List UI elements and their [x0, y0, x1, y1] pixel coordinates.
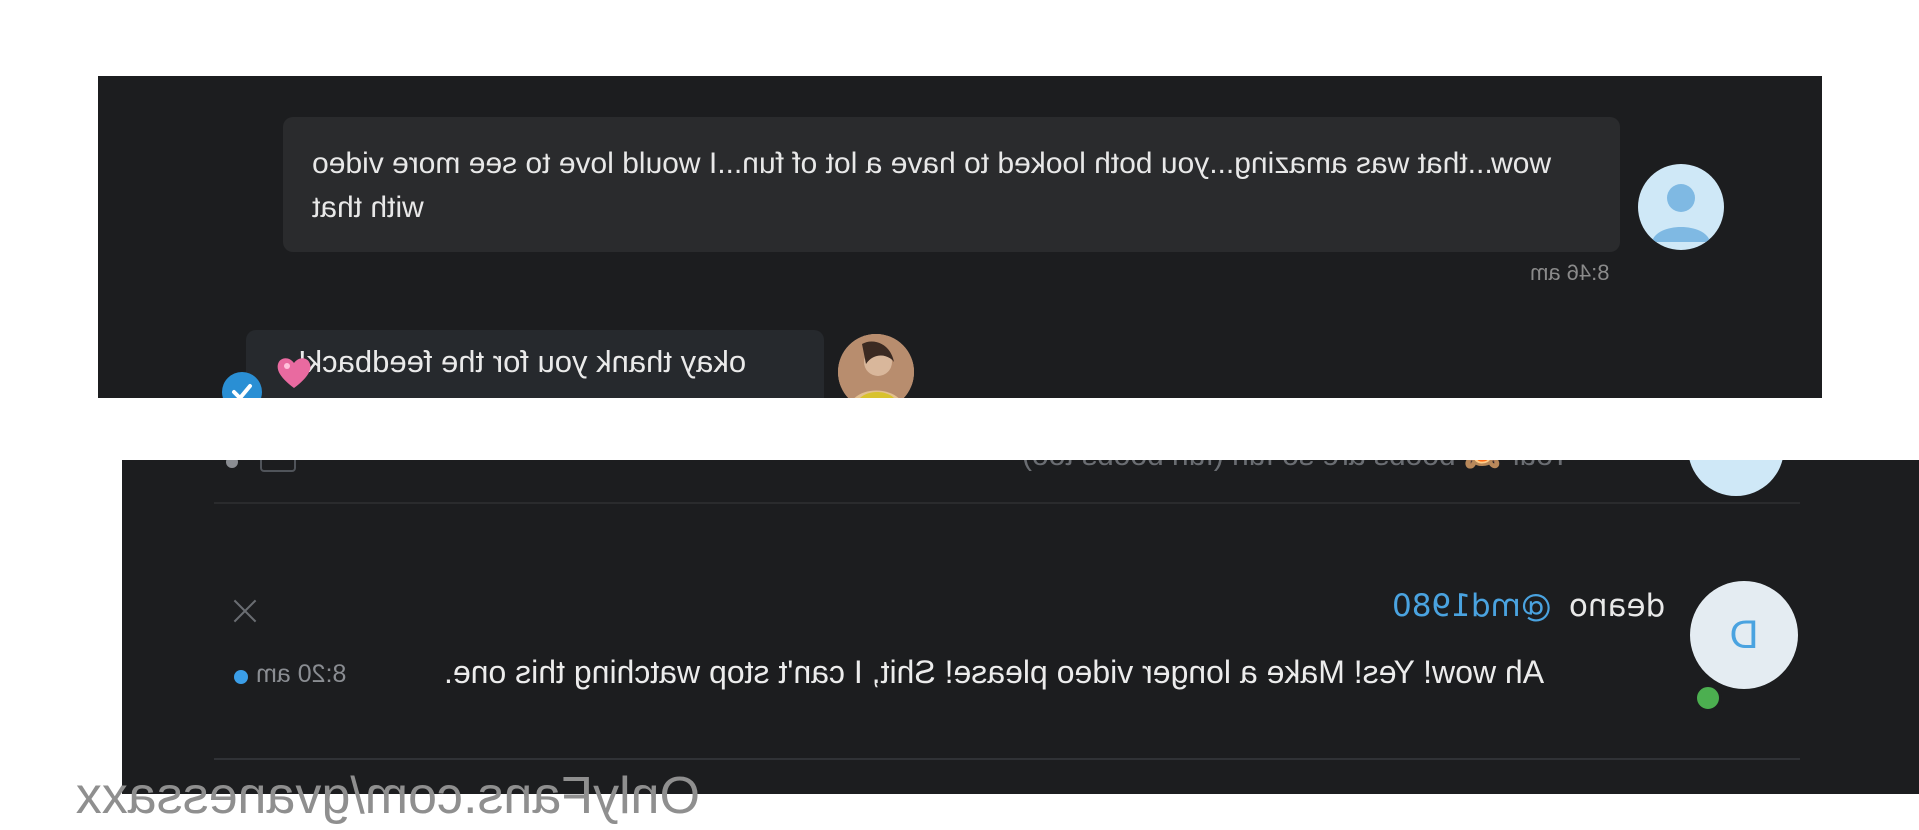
media-icon [260, 460, 296, 472]
user-placeholder-icon[interactable] [1638, 164, 1724, 250]
display-name[interactable]: deano [1569, 588, 1665, 624]
incoming-message-text: wow...that was amazing...you both looked… [312, 147, 1552, 224]
creator-avatar[interactable] [838, 334, 914, 398]
divider [214, 502, 1800, 504]
unread-dot-icon [234, 670, 248, 684]
divider [214, 758, 1800, 760]
user-handle[interactable]: @md1980 [1392, 588, 1552, 624]
incoming-message-time: 8:46 am [1530, 260, 1610, 285]
read-receipt-icon [222, 372, 262, 398]
reply-message-text: okay thank you for the feedback! [298, 344, 747, 379]
avatar-letter: D [1729, 613, 1759, 657]
watermark: OnlyFans.com/gvanessaxx [75, 767, 700, 825]
top-chat-panel: wow...that was amazing...you both looked… [98, 76, 1822, 398]
sender-name-row[interactable]: deano @md1980 [1392, 588, 1665, 624]
bottom-chat-panel: Your 🙈 boobs are so fun (fun boobs too) … [122, 460, 1919, 794]
online-status-icon [1694, 684, 1722, 712]
partial-user-avatar[interactable] [1688, 460, 1784, 496]
deano-avatar[interactable]: D [1690, 581, 1798, 689]
status-dot [226, 460, 238, 468]
chat-message-text: Ah wow! Yes! Make a longer video please!… [444, 654, 1545, 690]
heart-icon [277, 358, 311, 388]
partial-message-text: Your 🙈 boobs are so fun (fun boobs too) [1022, 460, 1570, 473]
close-icon[interactable] [230, 596, 260, 626]
message-time: 8:20 am [256, 660, 347, 688]
